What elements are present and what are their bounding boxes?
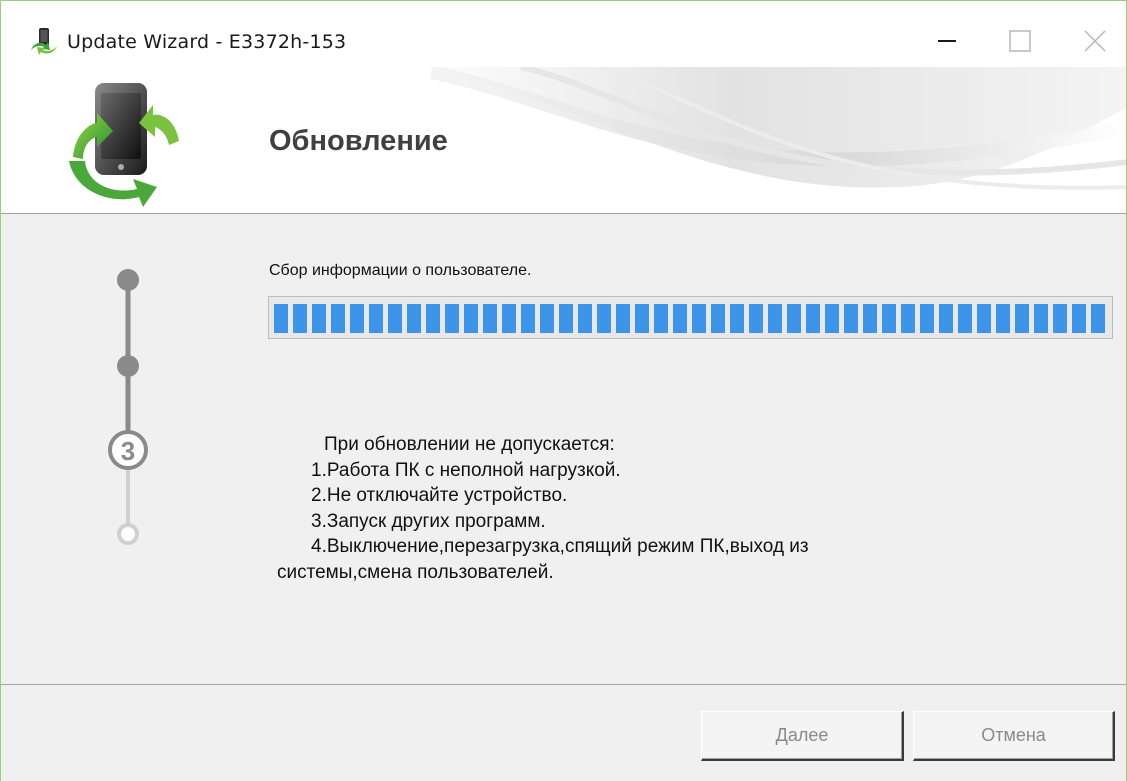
progress-status-label: Сбор информации о пользователе.	[269, 262, 532, 279]
close-icon[interactable]	[1069, 21, 1115, 61]
update-wizard-window: Update Wizard - E3372h-153 Обновление 3 …	[0, 0, 1127, 781]
next-button[interactable]: Далее	[701, 711, 904, 761]
footer-bar: Далее Отмена	[1, 685, 1126, 781]
update-progress-bar	[268, 296, 1113, 339]
warning-item: 2.Не отключайте устройство.	[311, 485, 568, 506]
minimize-icon[interactable]	[921, 21, 967, 61]
cancel-button[interactable]: Отмена	[913, 711, 1115, 761]
phone-update-icon	[31, 28, 57, 55]
step-1-dot	[117, 269, 139, 291]
step-2-dot	[117, 355, 139, 377]
header-banner: Обновление	[1, 67, 1126, 213]
warnings-block: При обновлении не допускается: 1.Работа …	[277, 432, 1077, 585]
warning-item: 1.Работа ПК с неполной нагрузкой.	[311, 459, 621, 481]
window-title: Update Wizard - E3372h-153	[67, 31, 347, 53]
progress-fill	[274, 304, 1108, 333]
warnings-heading: При обновлении не допускается:	[324, 434, 615, 455]
page-title: Обновление	[269, 125, 448, 157]
maximize-icon[interactable]	[993, 21, 1039, 61]
warning-item: 3.Запуск других программ.	[311, 510, 546, 532]
step-4-dot	[117, 523, 139, 545]
phone-refresh-logo	[69, 83, 179, 207]
step-3-number: 3	[121, 436, 135, 466]
warning-item-continuation: системы,смена пользователей.	[277, 561, 554, 583]
warning-item: 4.Выключение,перезагрузка,спящий режим П…	[311, 536, 809, 557]
main-content: 3 Сбор информации о пользователе. При об…	[1, 214, 1126, 684]
step-indicator: 3	[108, 269, 148, 545]
